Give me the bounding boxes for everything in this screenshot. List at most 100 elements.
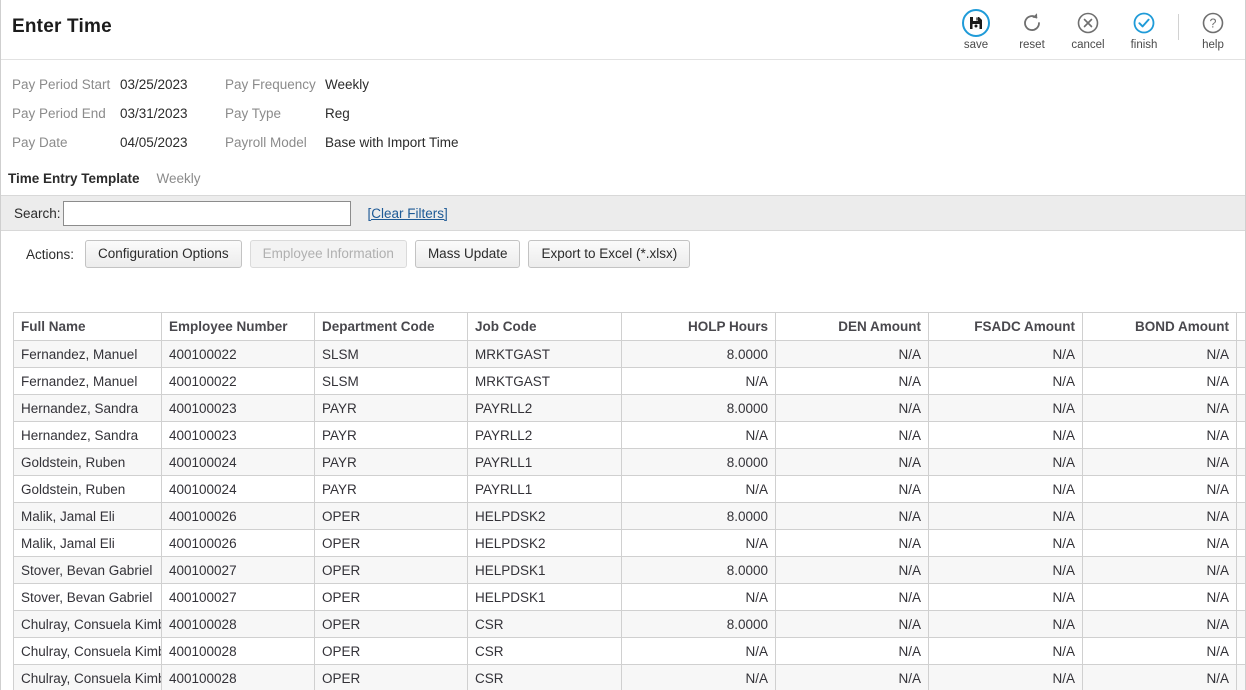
table-cell[interactable]: 400100022 bbox=[161, 367, 315, 395]
table-cell[interactable]: 8.0000 bbox=[621, 340, 776, 368]
table-cell[interactable]: 8.0000 bbox=[621, 502, 776, 530]
table-row[interactable]: Goldstein, Ruben 400100024 PAYR PAYRLL1 N/A N… bbox=[13, 475, 1245, 503]
table-cell[interactable]: 400100024 bbox=[161, 475, 315, 503]
table-cell[interactable]: Stover, Bevan Gabriel bbox=[13, 556, 162, 584]
table-cell[interactable]: OPER bbox=[314, 502, 468, 530]
table-cell[interactable]: HELPDSK1 bbox=[467, 556, 622, 584]
table-cell[interactable]: 400100026 bbox=[161, 529, 315, 557]
table-row[interactable]: Chulray, Consuela Kimberly400100028OPERC… bbox=[13, 637, 1245, 665]
table-cell[interactable]: N/A bbox=[1082, 529, 1237, 557]
table-cell[interactable]: N/A bbox=[775, 610, 929, 638]
table-cell[interactable]: N/A bbox=[928, 610, 1083, 638]
table-cell[interactable]: N/A bbox=[928, 664, 1083, 690]
table-cell[interactable]: Chulray, Consuela Kimberly bbox=[13, 664, 162, 690]
table-cell[interactable]: 8.0000 bbox=[621, 394, 776, 422]
table-cell[interactable] bbox=[1236, 340, 1245, 368]
save-button[interactable]: save bbox=[948, 2, 1004, 51]
table-cell[interactable]: 400100028 bbox=[161, 664, 315, 690]
table-cell[interactable] bbox=[1236, 583, 1245, 611]
column-header-employee-number[interactable]: Employee Number bbox=[161, 312, 315, 341]
table-cell[interactable]: CSR bbox=[467, 637, 622, 665]
table-row[interactable]: Stover, Bevan Gabriel 400100027 OPER HELPDS… bbox=[13, 556, 1245, 584]
table-cell[interactable]: N/A bbox=[928, 583, 1083, 611]
table-cell[interactable]: 400100028 bbox=[161, 637, 315, 665]
column-header-department-code[interactable]: Department Code bbox=[314, 312, 468, 341]
export-to-excel-button[interactable]: Export to Excel (*.xlsx) bbox=[528, 240, 691, 268]
table-cell[interactable]: N/A bbox=[1082, 664, 1237, 690]
table-cell[interactable]: 400100023 bbox=[161, 394, 315, 422]
table-cell[interactable]: HELPDSK2 bbox=[467, 502, 622, 530]
cancel-button[interactable]: cancel bbox=[1060, 2, 1116, 51]
table-cell[interactable]: N/A bbox=[775, 664, 929, 690]
table-cell[interactable]: N/A bbox=[775, 394, 929, 422]
table-cell[interactable]: OPER bbox=[314, 556, 468, 584]
table-cell[interactable]: Chulray, Consuela Kimberly bbox=[13, 610, 162, 638]
table-cell[interactable]: N/A bbox=[928, 637, 1083, 665]
column-header-overflow[interactable] bbox=[1236, 312, 1245, 341]
table-cell[interactable]: N/A bbox=[775, 583, 929, 611]
table-cell[interactable]: N/A bbox=[928, 556, 1083, 584]
table-cell[interactable]: 400100022 bbox=[161, 340, 315, 368]
table-cell[interactable]: N/A bbox=[775, 367, 929, 395]
table-cell[interactable]: N/A bbox=[928, 448, 1083, 476]
table-cell[interactable] bbox=[1236, 664, 1245, 690]
table-cell[interactable]: HELPDSK2 bbox=[467, 529, 622, 557]
table-row[interactable]: Chulray, Consuela Kimberly400100028OPERC… bbox=[13, 610, 1245, 638]
table-cell[interactable]: 400100028 bbox=[161, 610, 315, 638]
table-cell[interactable]: OPER bbox=[314, 664, 468, 690]
table-cell[interactable]: PAYRLL2 bbox=[467, 421, 622, 449]
table-cell[interactable]: PAYRLL2 bbox=[467, 394, 622, 422]
table-cell[interactable]: N/A bbox=[928, 529, 1083, 557]
table-row[interactable]: Malik, Jamal Eli 400100026 OPER HELPDSK2 N/A… bbox=[13, 529, 1245, 557]
table-row[interactable]: Hernandez, Sandra 400100023 PAYR PAYRLL2 N/A… bbox=[13, 421, 1245, 449]
table-cell[interactable]: CSR bbox=[467, 610, 622, 638]
table-cell[interactable] bbox=[1236, 475, 1245, 503]
table-cell[interactable]: Chulray, Consuela Kimberly bbox=[13, 637, 162, 665]
table-cell[interactable]: Fernandez, Manuel bbox=[13, 367, 162, 395]
table-cell[interactable]: Goldstein, Ruben bbox=[13, 475, 162, 503]
table-cell[interactable]: 400100023 bbox=[161, 421, 315, 449]
table-cell[interactable]: N/A bbox=[1082, 502, 1237, 530]
table-cell[interactable]: N/A bbox=[928, 421, 1083, 449]
table-cell[interactable] bbox=[1236, 448, 1245, 476]
table-cell[interactable] bbox=[1236, 637, 1245, 665]
table-cell[interactable]: SLSM bbox=[314, 367, 468, 395]
table-cell[interactable]: OPER bbox=[314, 529, 468, 557]
table-cell[interactable]: N/A bbox=[1082, 448, 1237, 476]
table-cell[interactable]: Hernandez, Sandra bbox=[13, 421, 162, 449]
table-cell[interactable]: N/A bbox=[1082, 610, 1237, 638]
table-cell[interactable]: N/A bbox=[1082, 421, 1237, 449]
table-cell[interactable]: N/A bbox=[1082, 556, 1237, 584]
table-cell[interactable]: MRKTGAST bbox=[467, 340, 622, 368]
table-cell[interactable]: N/A bbox=[928, 394, 1083, 422]
table-cell[interactable]: PAYR bbox=[314, 448, 468, 476]
table-cell[interactable]: N/A bbox=[621, 475, 776, 503]
table-cell[interactable]: N/A bbox=[928, 502, 1083, 530]
table-cell[interactable]: Goldstein, Ruben bbox=[13, 448, 162, 476]
table-cell[interactable] bbox=[1236, 556, 1245, 584]
table-cell[interactable]: 8.0000 bbox=[621, 610, 776, 638]
table-cell[interactable]: N/A bbox=[621, 529, 776, 557]
table-cell[interactable]: MRKTGAST bbox=[467, 367, 622, 395]
table-cell[interactable]: N/A bbox=[621, 583, 776, 611]
table-row[interactable]: Fernandez, Manuel 400100022 SLSM MRKTGAST N/… bbox=[13, 367, 1245, 395]
table-cell[interactable]: N/A bbox=[621, 421, 776, 449]
table-row[interactable]: Stover, Bevan Gabriel 400100027 OPER HELPDS… bbox=[13, 583, 1245, 611]
table-cell[interactable]: N/A bbox=[928, 367, 1083, 395]
table-row[interactable]: Fernandez, Manuel 400100022 SLSM MRKTGAST 8.… bbox=[13, 340, 1245, 368]
table-cell[interactable]: Malik, Jamal Eli bbox=[13, 529, 162, 557]
table-cell[interactable]: N/A bbox=[1082, 367, 1237, 395]
table-cell[interactable] bbox=[1236, 502, 1245, 530]
table-cell[interactable]: N/A bbox=[775, 475, 929, 503]
table-cell[interactable]: 400100027 bbox=[161, 556, 315, 584]
table-row[interactable]: Chulray, Consuela Kimberly400100028OPERC… bbox=[13, 664, 1245, 690]
table-cell[interactable]: Fernandez, Manuel bbox=[13, 340, 162, 368]
table-cell[interactable]: N/A bbox=[775, 556, 929, 584]
mass-update-button[interactable]: Mass Update bbox=[414, 240, 521, 268]
table-cell[interactable]: 400100026 bbox=[161, 502, 315, 530]
table-cell[interactable]: N/A bbox=[621, 367, 776, 395]
table-cell[interactable]: N/A bbox=[1082, 394, 1237, 422]
table-cell[interactable]: OPER bbox=[314, 610, 468, 638]
table-cell[interactable] bbox=[1236, 367, 1245, 395]
table-cell[interactable]: Malik, Jamal Eli bbox=[13, 502, 162, 530]
